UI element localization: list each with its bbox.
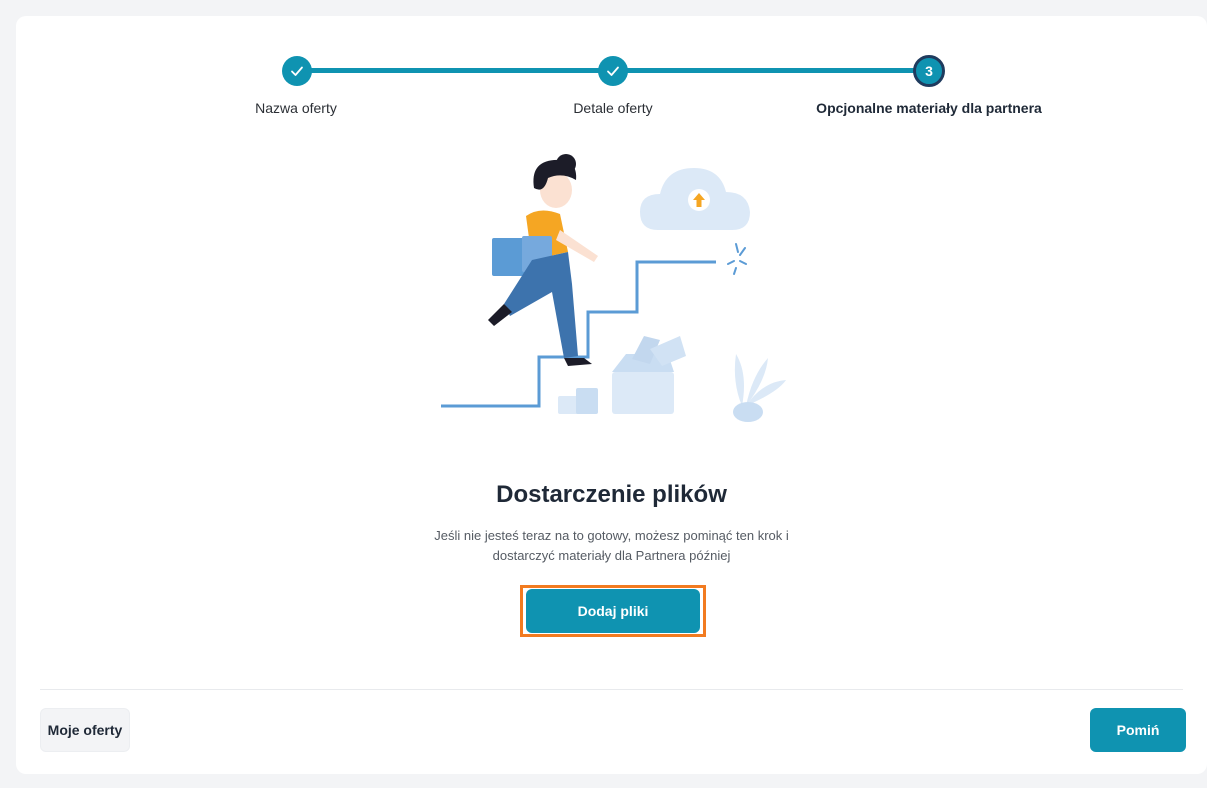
stepper-line-1 [297,68,609,73]
my-offers-button[interactable]: Moje oferty [40,708,130,752]
step-3-number: 3 [913,55,945,87]
skip-button[interactable]: Pomiń [1090,708,1186,752]
wizard-card: 3 Nazwa oferty Detale oferty Opcjonalne … [16,16,1207,774]
sparkle-icon [727,243,747,275]
add-files-button[interactable]: Dodaj pliki [526,589,700,633]
step-2-label: Detale oferty [573,100,653,116]
page-title: Dostarczenie plików [496,481,727,508]
step-1-label: Nazwa oferty [255,100,337,116]
step-3-label: Opcjonalne materiały dla partnera [816,100,1042,116]
page-description: Jeśli nie jesteś teraz na to gotowy, moż… [434,528,789,563]
upload-illustration [436,144,796,434]
box-decoration [558,336,786,422]
step-2-check-icon [598,56,628,86]
stairs-line [441,260,716,408]
footer-divider [40,689,1183,690]
person-figure [488,154,598,366]
cloud-upload-icon [640,168,750,230]
stepper-line-2 [614,68,930,73]
step-1-check-icon [282,56,312,86]
stepper: 3 Nazwa oferty Detale oferty Opcjonalne … [16,16,1207,146]
